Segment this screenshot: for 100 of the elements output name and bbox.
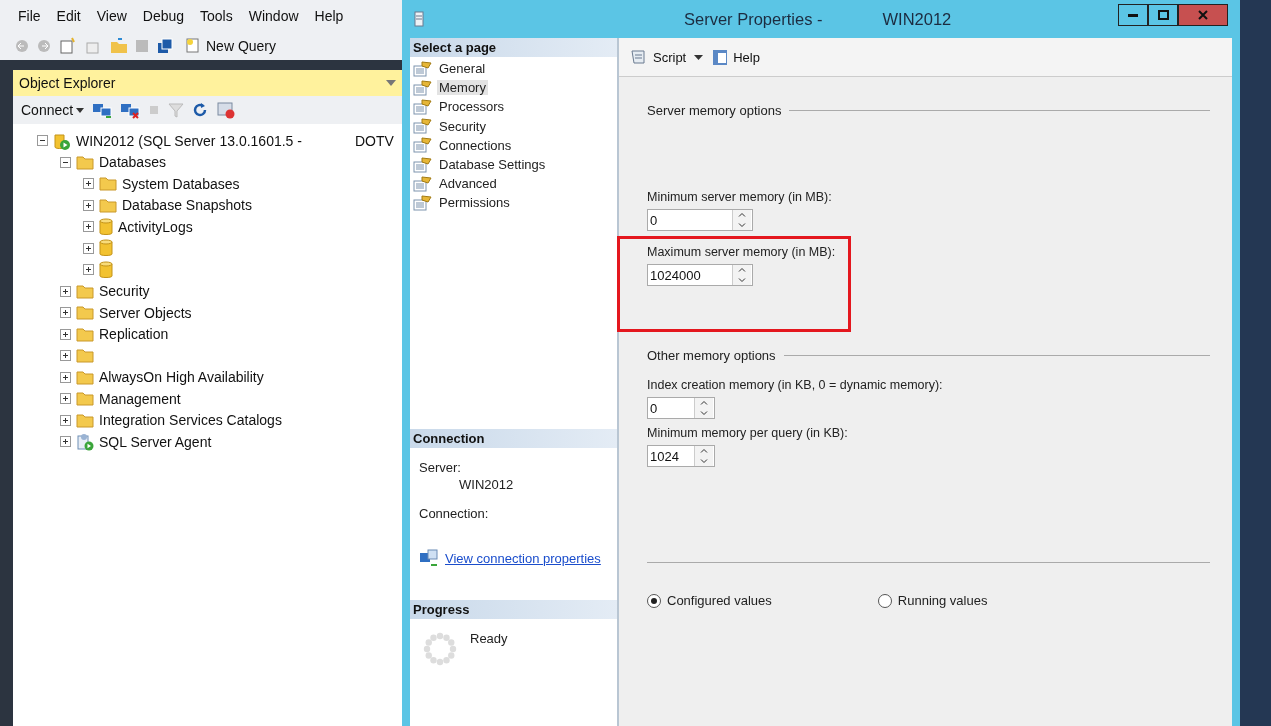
maximize-button[interactable]	[1148, 4, 1178, 26]
group-title: Other memory options	[647, 348, 776, 363]
menu-item[interactable]: View	[88, 7, 135, 24]
radio-option[interactable]: Running values	[877, 593, 988, 608]
page-list-item[interactable]: General	[437, 61, 488, 77]
window-title: Server Properties -	[684, 9, 823, 29]
field-label: Connection:	[419, 506, 490, 521]
number-spinner[interactable]: 0	[647, 397, 715, 419]
maximize-icon	[1157, 10, 1169, 20]
open-folder-icon[interactable]	[110, 37, 128, 54]
tree-item-label[interactable]: WIN2012 (SQL Server 13.0.1601.5 -	[76, 132, 302, 149]
expand-icon[interactable]	[60, 436, 71, 448]
tree-item-label[interactable]: AlwaysOn High Availability	[99, 369, 264, 386]
tree-item-label[interactable]: Management	[99, 390, 181, 407]
number-input[interactable]: 0	[648, 398, 694, 418]
expand-icon[interactable]	[60, 393, 71, 405]
page-list-item[interactable]: Connections	[437, 137, 514, 153]
database-icon	[99, 217, 113, 236]
database-icon	[99, 239, 113, 258]
menu-item[interactable]: File	[10, 7, 49, 24]
panel-title: Object Explorer	[19, 75, 116, 91]
folder-icon	[76, 326, 94, 342]
status-text: Ready	[470, 631, 508, 648]
collapse-icon[interactable]	[60, 156, 71, 168]
tree-item-label[interactable]: Server Objects	[99, 304, 192, 321]
expand-icon[interactable]	[60, 307, 71, 319]
field-label: Maximum server memory (in MB):	[647, 245, 837, 259]
number-spinner[interactable]: 1024000	[647, 264, 753, 286]
menu-item[interactable]: Tools	[192, 7, 241, 24]
page-list-item[interactable]: Processors	[437, 99, 507, 115]
close-icon	[1198, 10, 1208, 20]
database-icon	[99, 260, 113, 279]
folder-icon	[99, 197, 117, 213]
minimize-button[interactable]	[1118, 4, 1148, 26]
agent-icon	[76, 432, 94, 451]
expand-icon[interactable]	[60, 371, 71, 383]
folder-icon	[76, 412, 94, 428]
connect-icon[interactable]	[92, 101, 113, 119]
expand-icon[interactable]	[83, 221, 94, 233]
caret-icon[interactable]	[694, 54, 704, 60]
disconnect-icon[interactable]	[120, 101, 141, 119]
folder-icon	[76, 283, 94, 299]
menu-item[interactable]: Help	[306, 7, 352, 24]
tree-item-label[interactable]: Integration Services Catalogs	[99, 412, 282, 429]
dropdown-icon[interactable]	[386, 80, 396, 86]
folder-icon	[76, 305, 94, 321]
section-heading: Select a page	[410, 38, 617, 57]
expand-icon[interactable]	[83, 264, 94, 276]
radio-circle[interactable]	[647, 593, 661, 608]
help-book-icon	[711, 48, 730, 66]
tree-item-label[interactable]: ActivityLogs	[118, 218, 193, 235]
menu-item[interactable]: Edit	[48, 7, 89, 24]
page-list-item[interactable]: Memory	[437, 80, 488, 96]
expand-icon[interactable]	[60, 328, 71, 340]
tree-item-label[interactable]: SQL Server Agent	[99, 433, 212, 450]
refresh-icon[interactable]	[192, 102, 209, 118]
number-spinner[interactable]: 1024	[647, 445, 715, 467]
section-heading: Progress	[410, 600, 617, 619]
script-button[interactable]: Script	[627, 46, 689, 68]
number-input[interactable]: 1024	[648, 446, 694, 466]
tree-item-label[interactable]: Database Snapshots	[122, 197, 252, 214]
field-value: WIN2012	[459, 477, 515, 492]
tree-item-label[interactable]: DOTV	[354, 132, 394, 149]
help-button[interactable]: Help	[709, 46, 762, 68]
expand-icon[interactable]	[60, 414, 71, 426]
group-title: Server memory options	[647, 103, 782, 118]
number-spinner[interactable]: 0	[647, 209, 753, 231]
folder-icon	[99, 176, 117, 192]
save-all-icon[interactable]	[156, 37, 174, 54]
page-icon	[413, 175, 433, 192]
tree-item-label[interactable]: System Databases	[122, 175, 240, 192]
minimize-icon	[1128, 13, 1138, 17]
page-list-item[interactable]: Permissions	[437, 195, 512, 211]
field-label: Index creation memory (in KB, 0 = dynamic memory):	[647, 378, 944, 392]
number-input[interactable]: 0	[648, 210, 732, 230]
page-list-item[interactable]: Advanced	[437, 176, 499, 192]
spinner-icon	[422, 631, 458, 667]
expand-icon[interactable]	[83, 178, 94, 190]
field-label: Minimum server memory (in MB):	[647, 190, 833, 204]
expand-icon[interactable]	[83, 242, 94, 254]
folder-icon	[76, 154, 94, 170]
view-connection-link[interactable]: View connection properties	[445, 550, 601, 566]
collapse-icon[interactable]	[37, 135, 48, 147]
expand-icon[interactable]	[83, 199, 94, 211]
new-query-button[interactable]: New Query	[180, 34, 281, 57]
radio-option[interactable]: Configured values	[647, 593, 772, 608]
radio-circle[interactable]	[877, 593, 892, 608]
menu-item[interactable]: Debug	[134, 7, 193, 24]
page-list-item[interactable]: Database Settings	[437, 157, 548, 173]
menu-item[interactable]: Window	[240, 7, 307, 24]
activity-monitor-icon[interactable]	[216, 101, 237, 119]
tree-item-label[interactable]: Security	[99, 283, 150, 300]
page-list-item[interactable]: Security	[437, 118, 488, 134]
tree-item-label[interactable]: Databases	[99, 154, 166, 171]
tree-item-label[interactable]: Replication	[99, 326, 169, 343]
expand-icon[interactable]	[60, 350, 71, 362]
close-button[interactable]	[1178, 4, 1228, 26]
connect-button[interactable]: Connect	[21, 102, 85, 118]
expand-icon[interactable]	[60, 285, 71, 297]
number-input[interactable]: 1024000	[648, 265, 732, 285]
